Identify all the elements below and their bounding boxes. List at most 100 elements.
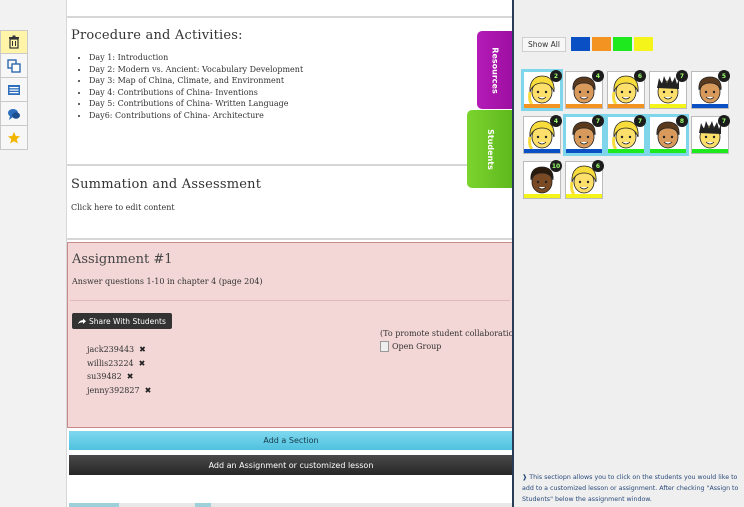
- avatar-badge: 7: [592, 115, 604, 127]
- student-avatar[interactable]: 6: [607, 70, 646, 109]
- group-color-bar: [650, 149, 686, 153]
- list-icon: [8, 84, 20, 95]
- divider: [67, 164, 513, 166]
- group-color-bar: [566, 104, 602, 108]
- group-color-bar: [692, 104, 728, 108]
- group-color-bar: [608, 149, 644, 153]
- star-icon: [8, 131, 20, 143]
- avatar-badge: 2: [550, 70, 562, 82]
- student-avatar[interactable]: 5: [691, 70, 730, 109]
- avatar-badge: 7: [718, 115, 730, 127]
- student-name: su39482: [87, 372, 122, 381]
- strip-segment: [195, 503, 211, 507]
- assignment-description: Answer questions 1-10 in chapter 4 (page…: [72, 277, 263, 286]
- assignment-title: Assignment #1: [72, 252, 173, 267]
- add-section-button[interactable]: Add a Section: [69, 431, 513, 450]
- filter-green[interactable]: [613, 37, 632, 51]
- panel-info-text: ❱ This sectiopn allows you to click on t…: [522, 474, 739, 503]
- student-avatar[interactable]: 7: [565, 115, 604, 154]
- assignment-card[interactable]: Assignment #1 Answer questions 1-10 in c…: [67, 242, 513, 428]
- avatar-badge: 6: [634, 70, 646, 82]
- student-avatar[interactable]: 7: [691, 115, 730, 154]
- group-color-bar: [692, 149, 728, 153]
- share-arrow-icon: [78, 318, 86, 324]
- group-color-bar: [566, 194, 602, 198]
- filter-orange[interactable]: [592, 37, 611, 51]
- activity-list: Day 1: Introduction Day 2: Modern vs. An…: [71, 52, 303, 121]
- avatar-badge: 4: [550, 115, 562, 127]
- avatar-badge: 6: [592, 160, 604, 172]
- divider: [67, 238, 513, 240]
- avatar-badge: 7: [634, 115, 646, 127]
- student-avatar[interactable]: 10: [523, 160, 562, 199]
- student-avatar[interactable]: 8: [649, 115, 688, 154]
- student-avatar[interactable]: 4: [523, 115, 562, 154]
- divider: [67, 16, 513, 18]
- copy-icon: [7, 58, 21, 73]
- trash-icon: [9, 35, 19, 49]
- open-group-label: Open Group: [392, 342, 442, 351]
- student-name: jack239443: [87, 345, 135, 354]
- remove-student-icon[interactable]: ✖: [139, 357, 146, 371]
- group-color-bar: [566, 149, 602, 153]
- activity-item: Day 3: Map of China, Climate, and Enviro…: [89, 75, 303, 87]
- avatar-badge: 7: [676, 70, 688, 82]
- tab-students-label: Students: [485, 128, 495, 170]
- remove-student-icon[interactable]: ✖: [139, 343, 146, 357]
- tab-students[interactable]: Students: [467, 110, 513, 188]
- student-row: willis23224 ✖: [87, 357, 151, 371]
- divider: [70, 300, 510, 301]
- student-avatar[interactable]: 4: [565, 70, 604, 109]
- group-color-bar: [650, 104, 686, 108]
- students-panel: Show All 2 4 6 7 5 4 7 7 8 7 10 6 ❱ This sectiopn a…: [512, 0, 744, 507]
- document-icon: [380, 341, 389, 352]
- bottom-strip: [69, 503, 513, 507]
- student-avatar[interactable]: 7: [649, 70, 688, 109]
- copy-button[interactable]: [0, 54, 28, 78]
- list-button[interactable]: [0, 78, 28, 102]
- student-name: willis23224: [87, 358, 134, 368]
- remove-student-icon[interactable]: ✖: [127, 370, 134, 384]
- star-button[interactable]: [0, 126, 28, 150]
- activity-item: Day 4: Contributions of China- Invention…: [89, 87, 303, 99]
- filter-blue[interactable]: [571, 37, 590, 51]
- avatar-badge: 8: [676, 115, 688, 127]
- summation-title: Summation and Assessment: [71, 177, 262, 192]
- activity-item: Day 1: Introduction: [89, 52, 303, 64]
- tab-resources-label: Resources: [490, 46, 500, 94]
- student-avatar[interactable]: 2: [523, 70, 562, 109]
- avatar-badge: 5: [718, 70, 730, 82]
- student-row: jack239443 ✖: [87, 343, 151, 357]
- show-all-button[interactable]: Show All: [522, 37, 566, 52]
- avatar-badge: 10: [550, 160, 562, 172]
- group-color-bar: [608, 104, 644, 108]
- strip-segment: [69, 503, 119, 507]
- lesson-main: Procedure and Activities: Day 1: Introdu…: [66, 0, 513, 507]
- add-assignment-button[interactable]: Add an Assignment or customized lesson: [69, 455, 513, 475]
- left-toolbar: [0, 30, 29, 150]
- avatar-badge: 4: [592, 70, 604, 82]
- student-row: jenny392827 ✖: [87, 384, 151, 398]
- student-avatar[interactable]: 6: [565, 160, 604, 199]
- assigned-students: jack239443 ✖ willis23224 ✖ su39482 ✖ jen…: [87, 343, 151, 397]
- promote-collaboration-text: (To promote student collaboratio: [380, 329, 514, 338]
- share-with-students-button[interactable]: Share With Students: [72, 313, 172, 329]
- share-label: Share With Students: [89, 316, 166, 326]
- chat-icon: [8, 108, 20, 120]
- student-avatar[interactable]: 7: [607, 115, 646, 154]
- student-name: jenny392827: [87, 385, 140, 395]
- procedure-title: Procedure and Activities:: [71, 28, 243, 43]
- trash-button[interactable]: [0, 30, 28, 54]
- group-color-bar: [524, 149, 560, 153]
- chat-button[interactable]: [0, 102, 28, 126]
- open-group-option[interactable]: Open Group: [380, 341, 441, 352]
- edit-content-link[interactable]: Click here to edit content: [71, 203, 175, 212]
- group-color-bar: [524, 194, 560, 198]
- filter-yellow[interactable]: [634, 37, 653, 51]
- remove-student-icon[interactable]: ✖: [145, 384, 152, 398]
- activity-item: Day 5: Contributions of China- Written L…: [89, 98, 303, 110]
- activity-item: Day6: Contributions of China- Architectu…: [89, 110, 303, 122]
- activity-item: Day 2: Modern vs. Ancient: Vocabulary De…: [89, 64, 303, 76]
- student-row: su39482 ✖: [87, 370, 151, 384]
- tab-resources[interactable]: Resources: [477, 31, 513, 109]
